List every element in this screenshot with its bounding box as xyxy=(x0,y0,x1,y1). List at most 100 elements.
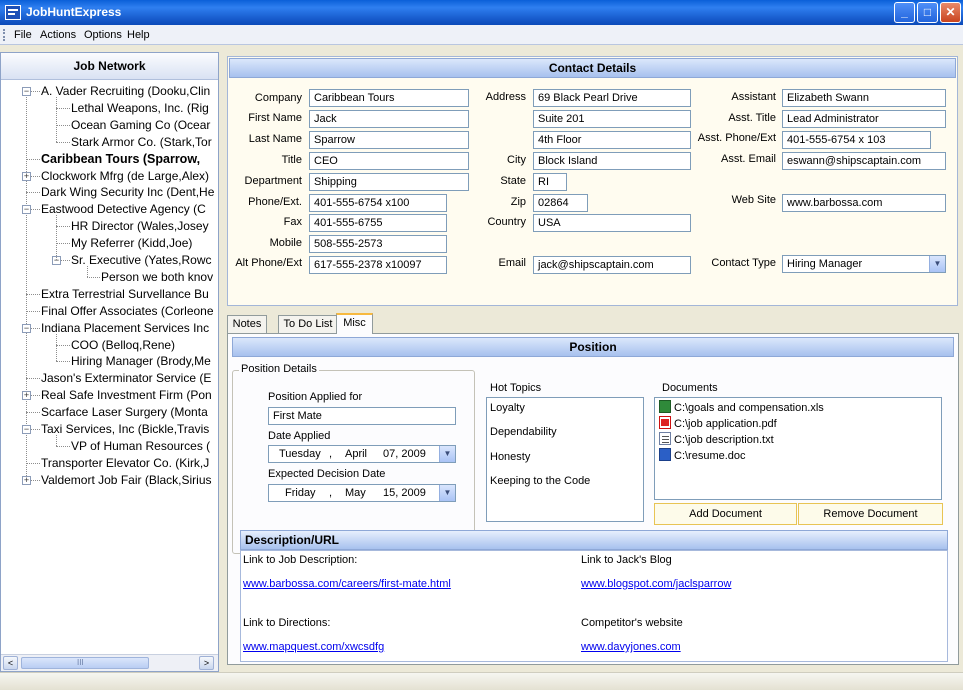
asst-phone-field[interactable]: 401-555-6754 x 103 xyxy=(782,131,931,149)
tree-item[interactable]: COO (Belloq,Rene) xyxy=(71,337,175,354)
tree-item[interactable]: VP of Human Resources ( xyxy=(71,438,210,455)
tree-item[interactable]: Stark Armor Co. (Stark,Tor xyxy=(71,134,212,151)
scroll-left-icon: < xyxy=(7,658,14,668)
scroll-left-button[interactable]: < xyxy=(3,656,18,670)
document-item[interactable]: C:\job description.txt xyxy=(659,432,774,447)
asst-phone-label: Asst. Phone/Ext xyxy=(697,132,776,144)
minimize-button[interactable]: _ xyxy=(894,2,915,23)
documents-list[interactable]: C:\goals and compensation.xls C:\job app… xyxy=(654,397,942,500)
expand-icon[interactable]: + xyxy=(22,391,31,401)
tree-item[interactable]: Taxi Services, Inc (Bickle,Travis xyxy=(41,421,209,438)
job-description-link[interactable]: www.barbossa.com/careers/first-mate.html xyxy=(243,578,451,590)
tree-item[interactable]: Scarface Laser Surgery (Monta xyxy=(41,404,208,421)
collapse-icon[interactable]: − xyxy=(22,323,31,333)
menu-options[interactable]: Options xyxy=(84,29,122,41)
job-network-panel: Job Network A. Vader Recruiting (Dooku,C… xyxy=(0,52,219,672)
menu-actions[interactable]: Actions xyxy=(40,29,76,41)
address-line1-field[interactable]: 69 Black Pearl Drive xyxy=(533,89,691,107)
horizontal-scrollbar[interactable]: < III > xyxy=(1,654,218,671)
menu-file[interactable]: File xyxy=(14,29,32,41)
department-field[interactable]: Shipping xyxy=(309,173,469,191)
hot-topic-item[interactable]: Dependability xyxy=(490,426,557,438)
job-network-tree[interactable]: A. Vader Recruiting (Dooku,Clin − Lethal W… xyxy=(1,81,218,653)
tree-item[interactable]: Lethal Weapons, Inc. (Rig xyxy=(71,100,209,117)
tree-item[interactable]: Dark Wing Security Inc (Dent,He xyxy=(41,184,214,201)
state-field[interactable]: RI xyxy=(533,173,567,191)
tree-item[interactable]: Indiana Placement Services Inc xyxy=(41,320,209,337)
hot-topic-item[interactable]: Honesty xyxy=(490,451,530,463)
word-file-icon xyxy=(659,448,671,461)
tree-item[interactable]: HR Director (Wales,Josey xyxy=(71,218,209,235)
title-field[interactable]: CEO xyxy=(309,152,469,170)
tree-item[interactable]: Extra Terrestrial Survellance Bu xyxy=(41,286,209,303)
assistant-field[interactable]: Elizabeth Swann xyxy=(782,89,946,107)
hot-topics-list[interactable]: Loyalty Dependability Honesty Keeping to… xyxy=(486,397,644,522)
tree-item[interactable]: Sr. Executive (Yates,Rowc xyxy=(71,252,212,269)
collapse-icon[interactable]: − xyxy=(22,87,31,96)
asst-title-field[interactable]: Lead Administrator xyxy=(782,110,946,128)
hot-topic-item[interactable]: Loyalty xyxy=(490,402,525,414)
tree-item[interactable]: Transporter Elevator Co. (Kirk,J xyxy=(41,455,209,472)
tree-item[interactable]: Eastwood Detective Agency (C xyxy=(41,201,206,218)
company-field[interactable]: Caribbean Tours xyxy=(309,89,469,107)
tab-to-do-list[interactable]: To Do List xyxy=(278,315,338,333)
last-name-label: Last Name xyxy=(248,133,302,145)
collapse-icon[interactable]: − xyxy=(22,425,31,434)
expand-icon[interactable]: + xyxy=(22,475,31,485)
tree-item[interactable]: Jason's Exterminator Service (E xyxy=(41,370,211,387)
tree-item[interactable]: Caribbean Tours (Sparrow, xyxy=(41,151,200,168)
blog-link[interactable]: www.blogspot.com/jaclsparrow xyxy=(581,578,731,590)
hot-topic-item[interactable]: Keeping to the Code xyxy=(490,475,590,487)
document-item[interactable]: C:\job application.pdf xyxy=(659,416,777,431)
first-name-label: First Name xyxy=(248,112,302,124)
contact-type-select[interactable]: Hiring Manager ▼ xyxy=(782,255,946,273)
maximize-button[interactable]: □ xyxy=(917,2,938,23)
competitor-link[interactable]: www.davyjones.com xyxy=(581,641,681,653)
date-applied-picker[interactable]: Tuesday , April 07, 2009 ▼ xyxy=(268,445,456,463)
tree-item[interactable]: A. Vader Recruiting (Dooku,Clin xyxy=(41,83,210,100)
document-name: C:\goals and compensation.xls xyxy=(674,402,824,414)
tree-item[interactable]: Ocean Gaming Co (Ocear xyxy=(71,117,210,134)
calendar-dropdown-icon[interactable]: ▼ xyxy=(439,446,455,462)
scroll-right-button[interactable]: > xyxy=(199,656,214,670)
zip-field[interactable]: 02864 xyxy=(533,194,588,212)
decision-date-picker[interactable]: Friday , May 15, 2009 ▼ xyxy=(268,484,456,502)
tree-item[interactable]: Person we both knov xyxy=(101,269,213,286)
tree-item[interactable]: Hiring Manager (Brody,Me xyxy=(71,353,211,370)
mobile-field[interactable]: 508-555-2573 xyxy=(309,235,447,253)
document-item[interactable]: C:\resume.doc xyxy=(659,448,746,463)
remove-document-button[interactable]: Remove Document xyxy=(798,503,943,525)
country-field[interactable]: USA xyxy=(533,214,691,232)
fax-field[interactable]: 401-555-6755 xyxy=(309,214,447,232)
menu-help[interactable]: Help xyxy=(127,29,150,41)
email-field[interactable]: jack@shipscaptain.com xyxy=(533,256,691,274)
directions-link[interactable]: www.mapquest.com/xwcsdfg xyxy=(243,641,384,653)
city-field[interactable]: Block Island xyxy=(533,152,691,170)
tree-item[interactable]: Real Safe Investment Firm (Pon xyxy=(41,387,212,404)
add-document-button[interactable]: Add Document xyxy=(654,503,797,525)
web-site-field[interactable]: www.barbossa.com xyxy=(782,194,946,212)
collapse-icon[interactable]: − xyxy=(22,205,31,215)
tab-notes[interactable]: Notes xyxy=(227,315,267,333)
chevron-down-icon[interactable]: ▼ xyxy=(929,256,945,272)
address-line2-field[interactable]: Suite 201 xyxy=(533,110,691,128)
calendar-dropdown-icon[interactable]: ▼ xyxy=(439,485,455,501)
tree-item[interactable]: Clockwork Mfrg (de Large,Alex) xyxy=(41,168,209,185)
close-button[interactable]: ✕ xyxy=(940,2,961,23)
position-applied-field[interactable]: First Mate xyxy=(268,407,456,425)
asst-email-field[interactable]: eswann@shipscaptain.com xyxy=(782,152,946,170)
tree-item-label: Sr. Executive (Yates,Rowc xyxy=(71,253,212,267)
tree-item-label: Valdemort Job Fair (Black,Sirius xyxy=(41,472,212,487)
expand-icon[interactable]: + xyxy=(22,171,31,181)
first-name-field[interactable]: Jack xyxy=(309,110,469,128)
tree-item[interactable]: Valdemort Job Fair (Black,Sirius xyxy=(41,472,212,489)
tree-item[interactable]: Final Offer Associates (Corleone xyxy=(41,303,214,320)
document-item[interactable]: C:\goals and compensation.xls xyxy=(659,400,824,415)
tab-misc[interactable]: Misc xyxy=(336,313,373,334)
scroll-thumb[interactable]: III xyxy=(21,657,149,669)
last-name-field[interactable]: Sparrow xyxy=(309,131,469,149)
tree-item[interactable]: My Referrer (Kidd,Joe) xyxy=(71,235,192,252)
phone-field[interactable]: 401-555-6754 x100 xyxy=(309,194,447,212)
address-line3-field[interactable]: 4th Floor xyxy=(533,131,691,149)
alt-phone-field[interactable]: 617-555-2378 x10097 xyxy=(309,256,447,274)
